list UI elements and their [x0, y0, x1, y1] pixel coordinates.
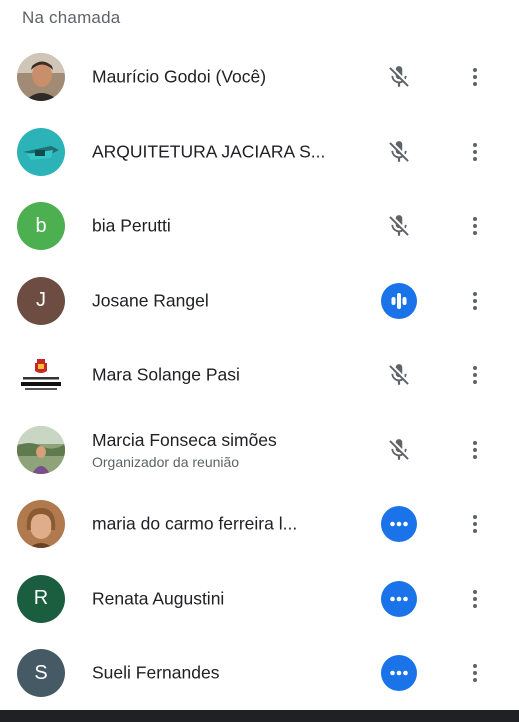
avatar-initial: R: [33, 587, 49, 610]
avatar: R: [17, 574, 65, 623]
participant-role: Organizador da reunião: [92, 453, 240, 470]
avatar: [17, 425, 65, 474]
participant-row[interactable]: maria do carmo ferreira l...: [0, 487, 519, 562]
participant-row[interactable]: R Renata Augustini: [0, 562, 519, 637]
participant-name: Renata Augustini: [92, 588, 225, 609]
avatar-initial: b: [35, 214, 47, 237]
more-vert-icon[interactable]: [458, 282, 492, 320]
avatar: [17, 53, 65, 102]
participant-list: Maurício Godoi (Você) ARQUITETURA JACIAR…: [0, 40, 519, 711]
participant-name: ARQUITETURA JACIARA S...: [92, 141, 326, 162]
more-vert-icon[interactable]: [458, 133, 492, 171]
participant-name: Maurício Godoi (Você): [92, 66, 267, 87]
more-vert-icon[interactable]: [458, 207, 492, 245]
more-vert-icon[interactable]: [458, 654, 492, 692]
more-vert-icon[interactable]: [458, 580, 492, 618]
participant-row[interactable]: Marcia Fonseca simões Organizador da reu…: [0, 413, 519, 488]
audio-idle-icon: [380, 580, 418, 618]
avatar: [17, 500, 65, 549]
participant-row[interactable]: J Josane Rangel: [0, 264, 519, 339]
more-vert-icon[interactable]: [458, 431, 492, 469]
participant-row[interactable]: Mara Solange Pasi: [0, 338, 519, 413]
avatar-initial: S: [34, 661, 48, 684]
mic-off-icon: [380, 207, 418, 245]
audio-idle-icon: [380, 654, 418, 692]
participant-row[interactable]: b bia Perutti: [0, 189, 519, 264]
section-title: Na chamada: [22, 8, 121, 27]
avatar: J: [17, 276, 65, 325]
participant-row[interactable]: Maurício Godoi (Você): [0, 40, 519, 115]
participant-row[interactable]: S Sueli Fernandes: [0, 636, 519, 711]
more-vert-icon[interactable]: [458, 505, 492, 543]
participant-name: Mara Solange Pasi: [92, 364, 240, 385]
participant-name: bia Perutti: [92, 215, 171, 236]
bottom-bar: [0, 710, 519, 722]
participant-name: Marcia Fonseca simões: [92, 429, 277, 450]
avatar: [17, 351, 65, 400]
participant-name: Josane Rangel: [92, 290, 209, 311]
avatar: S: [17, 649, 65, 698]
participant-name: maria do carmo ferreira l...: [92, 513, 298, 534]
more-vert-icon[interactable]: [458, 356, 492, 394]
avatar-initial: J: [36, 289, 46, 312]
avatar: b: [17, 202, 65, 251]
more-vert-icon[interactable]: [458, 58, 492, 96]
audio-level-icon: [380, 282, 418, 320]
mic-off-icon: [380, 431, 418, 469]
participant-row[interactable]: ARQUITETURA JACIARA S...: [0, 115, 519, 190]
mic-off-icon: [380, 58, 418, 96]
avatar: [17, 127, 65, 176]
mic-off-icon: [380, 133, 418, 171]
audio-idle-icon: [380, 505, 418, 543]
participant-name: Sueli Fernandes: [92, 662, 220, 683]
mic-off-icon: [380, 356, 418, 394]
